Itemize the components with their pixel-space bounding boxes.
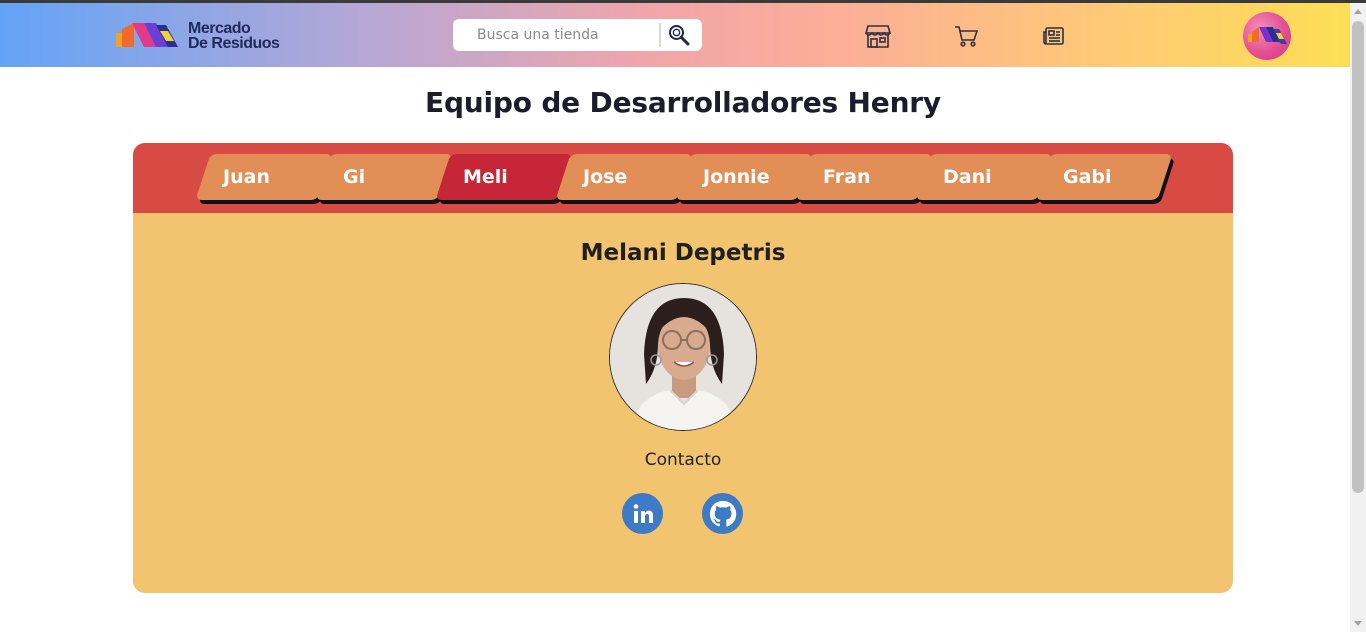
tab-label: Jose xyxy=(583,166,628,188)
tab-label: Dani xyxy=(943,166,992,188)
brand-logo[interactable]: Mercado De Residuos xyxy=(114,19,289,53)
tab-gabi[interactable]: Gabi xyxy=(1035,154,1173,200)
tab-jonnie[interactable]: Jonnie xyxy=(675,154,813,200)
tab-label: Meli xyxy=(463,166,508,188)
brand-line-2: De Residuos xyxy=(188,35,280,52)
team-card: Juan Gi Meli Jose Jonnie Fran Dani Gabi … xyxy=(133,143,1233,593)
tab-label: Fran xyxy=(823,166,871,188)
tab-dani[interactable]: Dani xyxy=(915,154,1053,200)
search-input[interactable] xyxy=(477,27,657,43)
search-button[interactable] xyxy=(667,24,691,46)
contact-label: Contacto xyxy=(644,450,722,470)
tab-gi[interactable]: Gi xyxy=(315,154,453,200)
tab-jose[interactable]: Jose xyxy=(555,154,693,200)
store-icon[interactable] xyxy=(864,23,892,49)
scroll-down-icon[interactable] xyxy=(1354,621,1362,626)
brand-line-1: Mercado xyxy=(188,20,251,37)
page-title: Equipo de Desarrolladores Henry xyxy=(425,86,941,119)
tab-juan[interactable]: Juan xyxy=(195,154,333,200)
member-photo xyxy=(609,283,757,431)
tab-label: Jonnie xyxy=(703,166,770,188)
tab-label: Gi xyxy=(343,166,366,188)
news-icon[interactable] xyxy=(1041,23,1067,49)
developer-tabs: Juan Gi Meli Jose Jonnie Fran Dani Gabi xyxy=(133,143,1233,213)
linkedin-icon[interactable] xyxy=(622,493,663,534)
tab-label: Gabi xyxy=(1063,166,1112,188)
cart-icon[interactable] xyxy=(953,23,979,49)
member-name: Melani Depetris xyxy=(580,240,786,266)
avatar-logo-icon xyxy=(1248,27,1287,44)
search-divider xyxy=(659,23,661,47)
tab-meli[interactable]: Meli xyxy=(435,154,573,200)
user-avatar[interactable] xyxy=(1243,12,1291,60)
tab-fran[interactable]: Fran xyxy=(795,154,933,200)
search-icon xyxy=(669,25,690,46)
navbar: Mercado De Residuos xyxy=(0,3,1350,67)
scroll-up-icon[interactable] xyxy=(1354,9,1362,14)
github-icon[interactable] xyxy=(702,493,743,534)
tab-label: Juan xyxy=(223,166,270,188)
brand-name: Mercado De Residuos xyxy=(188,20,280,52)
store-search xyxy=(453,19,702,51)
logo-mark-icon xyxy=(116,23,178,47)
